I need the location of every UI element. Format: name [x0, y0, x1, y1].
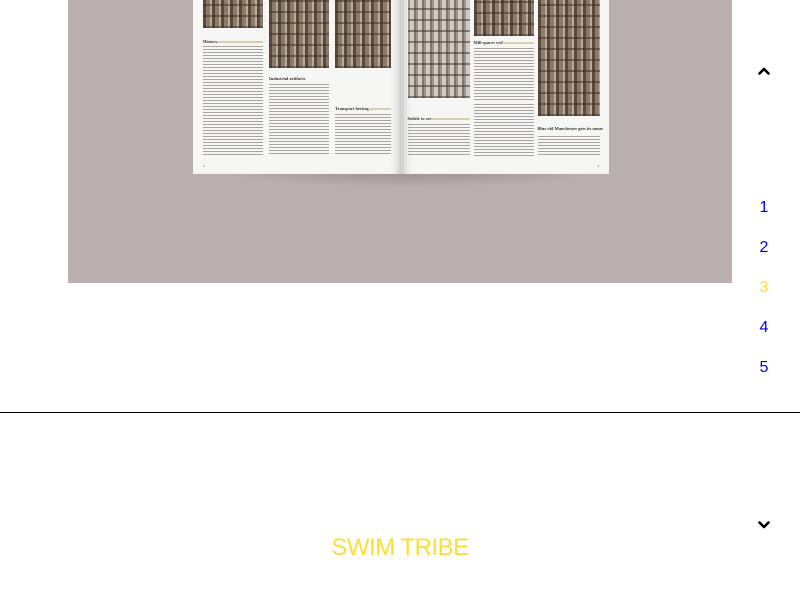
heading-rule — [431, 118, 470, 120]
page-link-4[interactable]: 4 — [750, 317, 778, 339]
article-heading: Mill spaces with — [473, 40, 505, 45]
article-heading: History — [203, 39, 218, 44]
magazine-photo — [537, 0, 600, 116]
magazine-photo — [203, 0, 263, 28]
article-heading: Blue old Manchester gets its name — [537, 126, 604, 131]
heading-rule — [368, 108, 391, 110]
article-text — [335, 114, 391, 156]
page-link-1[interactable]: 1 — [750, 197, 778, 219]
page-link-2[interactable]: 2 — [750, 237, 778, 259]
magazine-photo — [335, 0, 391, 68]
article-text — [203, 46, 263, 156]
chevron-down-glyph — [758, 521, 770, 529]
article-text — [473, 104, 534, 156]
page-number-mark: 3 — [597, 164, 599, 168]
heading-rule — [501, 42, 534, 44]
heading-rule — [217, 41, 263, 43]
section-divider — [0, 412, 800, 413]
article-heading: Subtle to see — [407, 116, 432, 121]
chevron-down-icon[interactable] — [753, 516, 775, 534]
article-text — [537, 136, 600, 156]
magazine-left-page: History Industrial artifacts Transport h… — [193, 0, 402, 174]
chevron-up-icon[interactable] — [753, 62, 775, 80]
hero-image: History Industrial artifacts Transport h… — [68, 0, 732, 283]
chevron-up-glyph — [758, 67, 770, 75]
article-heading: Transport heritage — [335, 106, 372, 111]
article-text — [473, 48, 534, 100]
article-text — [407, 124, 470, 156]
magazine-photo — [407, 0, 470, 98]
page-number-mark: 2 — [203, 164, 205, 168]
article-heading: Industrial artifacts — [269, 76, 306, 81]
magazine-photo — [473, 0, 534, 36]
article-text — [269, 84, 329, 156]
magazine-photo — [269, 0, 329, 68]
magazine-spread: History Industrial artifacts Transport h… — [193, 0, 609, 174]
magazine-right-page: Mill spaces with Subtle to see Blue old … — [401, 0, 609, 174]
page-link-5[interactable]: 5 — [750, 357, 778, 379]
brand-title[interactable]: SWIM TRIBE — [0, 534, 800, 562]
page-link-3-active[interactable]: 3 — [750, 277, 778, 299]
